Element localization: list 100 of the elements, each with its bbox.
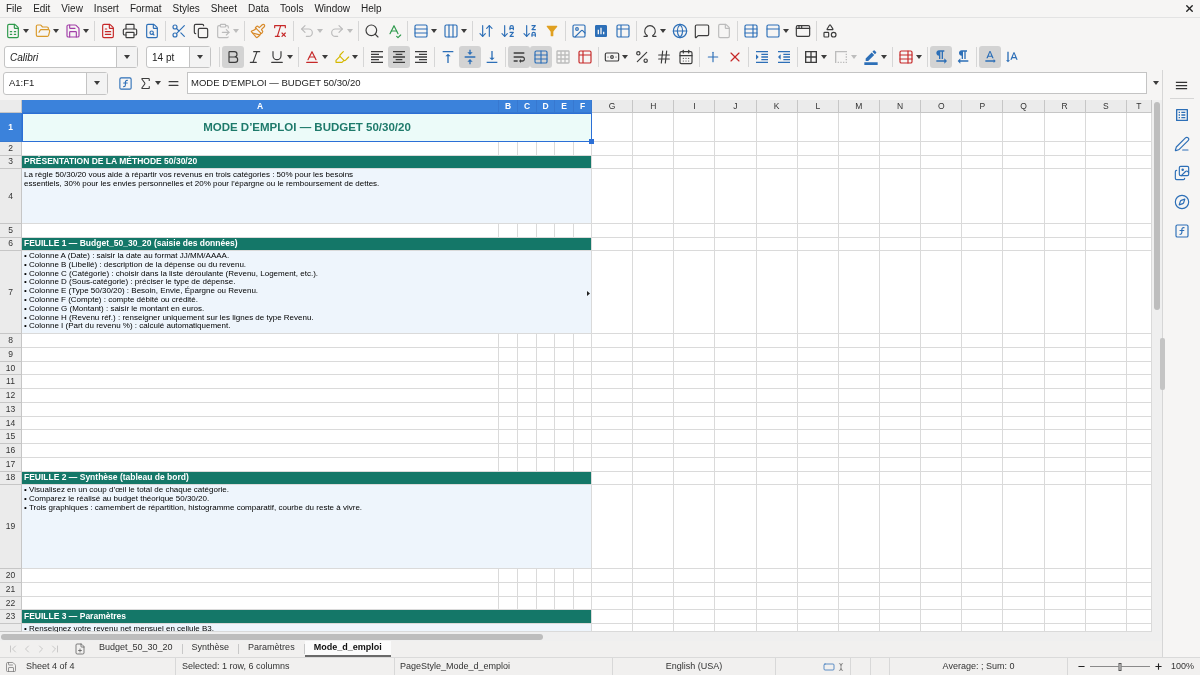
column-header[interactable]: E [555, 100, 574, 113]
align-middle-button[interactable] [459, 46, 481, 68]
font-size-box[interactable]: 14 pt [146, 46, 211, 68]
column-header[interactable]: T [1126, 100, 1152, 113]
italic-icon [247, 49, 263, 65]
row-header[interactable] [0, 624, 22, 632]
underline-icon [269, 49, 285, 65]
row-header[interactable]: 1 [0, 113, 22, 142]
column-header[interactable]: N [880, 100, 922, 113]
formula-input[interactable]: MODE D'EMPLOI — BUDGET 50/30/20 [187, 72, 1147, 94]
selection-mode-button[interactable] [822, 660, 845, 673]
row-header[interactable]: 4 [0, 169, 22, 224]
scrollbar-track[interactable] [1152, 100, 1162, 632]
select-all-corner[interactable] [0, 100, 22, 113]
column-header[interactable]: K [756, 100, 798, 113]
images-icon [1173, 165, 1190, 181]
caret-icon [431, 29, 437, 33]
table-icon [615, 23, 631, 39]
menu-item[interactable]: File [1, 1, 28, 16]
align-top-icon [440, 49, 456, 65]
text-cell[interactable] [22, 251, 592, 334]
menu-item[interactable]: View [56, 1, 88, 16]
column-header[interactable]: A [22, 100, 499, 113]
function-icon [1173, 223, 1190, 239]
column-header[interactable]: I [674, 100, 716, 113]
compass-icon [1173, 194, 1190, 210]
row-header[interactable]: 7 [0, 251, 22, 334]
column-header[interactable]: P [962, 100, 1004, 113]
zoom-in-button[interactable] [1154, 661, 1163, 672]
sheet-tab[interactable]: Budget_50_30_20 [90, 641, 182, 657]
row-header[interactable]: 23 [0, 610, 22, 624]
sheet-tab[interactable]: Synthèse [182, 641, 239, 657]
grid-icon [555, 49, 571, 65]
selected-cell[interactable]: MODE D’EMPLOI — BUDGET 50/30/20 [22, 113, 592, 142]
align-bottom-icon [484, 49, 500, 65]
sheet-tab[interactable]: Mode_d_emploi [304, 641, 391, 657]
column-header[interactable]: C [518, 100, 537, 113]
text-cell[interactable] [22, 485, 592, 569]
scrollbar-thumb[interactable] [1, 633, 543, 640]
caret-icon [53, 29, 59, 33]
column-header[interactable]: D [537, 100, 555, 113]
font-name-box[interactable]: Calibri [4, 46, 138, 68]
column-header[interactable]: L [797, 100, 839, 113]
list-item: • Colonne C (Catégorie) : choisir dans la liste déroulante (Revenu, Logement, etc.). [24, 269, 320, 278]
menu-item[interactable]: Data [242, 1, 275, 16]
plus-icon [1154, 662, 1163, 671]
percent-icon [634, 49, 650, 65]
sidebar-handle[interactable] [1160, 338, 1165, 390]
sheet-tab[interactable]: Paramètres [239, 641, 304, 657]
page-plus-icon [74, 643, 86, 655]
menu-item[interactable]: Tools [275, 1, 309, 16]
menu-item[interactable]: Format [124, 1, 167, 16]
row-header[interactable]: 5 [0, 224, 22, 238]
indent-decrease-icon [776, 49, 792, 65]
menu-item[interactable]: Window [309, 1, 355, 16]
row-header[interactable]: 15 [0, 430, 22, 444]
menu-item[interactable]: Help [356, 1, 387, 16]
column-header[interactable]: B [499, 100, 518, 113]
align-center-button[interactable] [388, 46, 410, 68]
text-direction-button[interactable] [979, 46, 1001, 68]
slider-thumb[interactable] [1118, 662, 1122, 671]
column-header[interactable]: H [633, 100, 675, 113]
rows-icon [413, 23, 429, 39]
name-box[interactable]: A1:F1 [3, 71, 108, 95]
column-header[interactable]: F [574, 100, 592, 113]
caret-icon [783, 29, 789, 33]
row-header[interactable]: 12 [0, 389, 22, 403]
column-header[interactable]: M [838, 100, 880, 113]
menu-item[interactable]: Edit [28, 1, 56, 16]
row-header[interactable]: 8 [0, 334, 22, 348]
pilcrow-arrow-button[interactable] [930, 46, 952, 68]
menu-item[interactable]: Insert [88, 1, 124, 16]
chevron-last-icon [49, 643, 61, 655]
column-header[interactable]: G [592, 100, 634, 113]
table-icon [577, 49, 593, 65]
pen-icon [1173, 136, 1190, 152]
bold-button[interactable] [222, 46, 244, 68]
row-header[interactable]: 19 [0, 485, 22, 569]
column-header[interactable]: R [1044, 100, 1086, 113]
calendar-icon [678, 49, 694, 65]
row-header[interactable]: 2 [0, 142, 22, 156]
row-header[interactable]: 16 [0, 444, 22, 458]
scrollbar-track[interactable] [0, 632, 1162, 641]
column-header[interactable]: S [1085, 100, 1127, 113]
fill-handle[interactable] [589, 139, 594, 144]
search-icon [364, 23, 380, 39]
wrap-text-button[interactable] [508, 46, 530, 68]
row-header[interactable]: 11 [0, 375, 22, 389]
text-cell[interactable]: La règle 50/30/20 vous aide à répartir vos revenus en trois catégories : 50% pour les besoins essentiels, 30% pour les envies personnelles et 20% pour l’épargne ou le remboursement de dettes. [22, 169, 592, 224]
zoom-slider[interactable] [1090, 662, 1150, 671]
row-header[interactable]: 20 [0, 569, 22, 583]
column-header[interactable]: Q [1003, 100, 1045, 113]
scrollbar-thumb[interactable] [1154, 102, 1160, 310]
menu-item[interactable]: Sheet [205, 1, 242, 16]
column-header[interactable]: J [715, 100, 757, 113]
add-sheet-button[interactable] [74, 642, 86, 656]
table-button[interactable] [530, 46, 552, 68]
column-header[interactable]: O [921, 100, 963, 113]
menu-item[interactable]: Styles [167, 1, 205, 16]
globe-icon [672, 23, 688, 39]
